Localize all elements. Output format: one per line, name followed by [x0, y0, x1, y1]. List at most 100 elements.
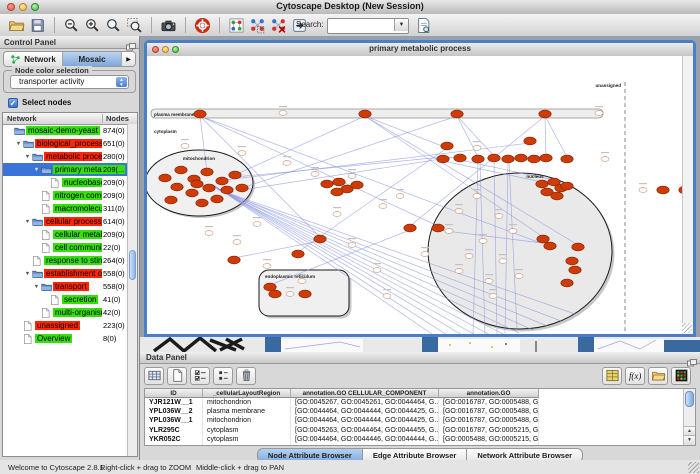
node[interactable]	[238, 151, 246, 156]
list-small-icon[interactable]	[213, 367, 233, 385]
node[interactable]	[479, 239, 487, 244]
tree-row[interactable]: nitrogen compo209(0)	[3, 189, 128, 202]
selected-node[interactable]	[165, 196, 177, 204]
selected-node[interactable]	[333, 178, 345, 186]
node[interactable]	[421, 252, 429, 257]
camera-icon[interactable]	[159, 16, 178, 35]
search-input[interactable]	[330, 19, 392, 31]
expander-icon[interactable]: ▼	[23, 154, 32, 160]
selected-node[interactable]	[292, 250, 304, 258]
tree-row[interactable]: Overview8(0)	[3, 332, 128, 345]
selected-node[interactable]	[561, 279, 573, 287]
selected-node[interactable]	[441, 142, 453, 150]
zoom-in-icon[interactable]	[83, 16, 102, 35]
tree-row[interactable]: ▼metabolic process280(0)	[3, 150, 128, 163]
node[interactable]	[445, 229, 453, 234]
save-icon[interactable]	[28, 16, 47, 35]
selected-node[interactable]	[551, 192, 563, 200]
selected-node[interactable]	[314, 235, 326, 243]
table-row[interactable]: YPL036W__1mitochondrion[GO:0044464, GO:0…	[145, 416, 695, 425]
selected-node[interactable]	[515, 154, 527, 162]
node[interactable]	[455, 269, 463, 274]
expander-icon[interactable]: ▼	[14, 141, 23, 147]
selected-node[interactable]	[159, 174, 171, 182]
table-column-header[interactable]: _cellularLayoutRegion	[203, 389, 291, 398]
canvas-vertical-scrollbar[interactable]	[682, 56, 693, 334]
node[interactable]	[601, 157, 609, 162]
node[interactable]	[373, 268, 381, 273]
window-resize-grip[interactable]	[682, 323, 692, 333]
tree-scrollbar-thumb[interactable]	[129, 250, 136, 280]
scroll-down-arrow-icon[interactable]: ▼	[684, 435, 695, 445]
node[interactable]	[509, 229, 517, 234]
open-folder-icon[interactable]	[7, 16, 26, 35]
node[interactable]	[286, 292, 294, 297]
node[interactable]	[348, 174, 356, 179]
tree-row[interactable]: multi-organism pro42(0)	[3, 306, 128, 319]
network-window-titlebar[interactable]: primary metabolic process	[147, 43, 693, 57]
tab-overflow-arrow-icon[interactable]: ▶	[122, 52, 135, 66]
lifebuoy-icon[interactable]	[193, 16, 212, 35]
selected-node[interactable]	[528, 155, 540, 163]
expander-icon[interactable]: ▼	[32, 284, 41, 290]
node[interactable]	[473, 194, 481, 199]
selected-node[interactable]	[561, 155, 573, 163]
node[interactable]	[233, 240, 241, 245]
selected-node[interactable]	[331, 188, 343, 196]
selected-node[interactable]	[561, 182, 573, 190]
node[interactable]	[279, 111, 287, 116]
new-page-icon[interactable]	[167, 367, 187, 385]
node[interactable]	[473, 146, 481, 151]
selected-node[interactable]	[229, 171, 241, 179]
app-resize-grip[interactable]	[688, 462, 699, 473]
tree-row[interactable]: ▼transport558(0)	[3, 280, 128, 293]
node[interactable]	[639, 188, 647, 193]
selected-node[interactable]	[359, 110, 371, 118]
table-row[interactable]: YLR295Ccytoplasm[GO:0045263, GO:0044464,…	[145, 426, 695, 435]
selected-node[interactable]	[437, 155, 449, 163]
selected-node[interactable]	[502, 155, 514, 163]
save-table-icon[interactable]	[602, 367, 622, 385]
fx-icon[interactable]: f(x)	[625, 367, 645, 385]
tree-row[interactable]: nucleobase-209(0)	[3, 176, 128, 189]
expander-icon[interactable]: ▼	[32, 167, 41, 173]
tree-row[interactable]: cell communicat22(0)	[3, 241, 128, 254]
selected-node[interactable]	[321, 180, 333, 188]
node[interactable]	[311, 172, 319, 177]
node[interactable]	[283, 161, 291, 166]
table-row[interactable]: YPL036W__2plasma membrane[GO:0044464, GO…	[145, 407, 695, 416]
table-row[interactable]: YDR039C__1mitochondrion[GO:0044464, GO:0…	[145, 444, 695, 446]
selected-node[interactable]	[524, 137, 536, 145]
node[interactable]	[499, 259, 507, 264]
selected-node[interactable]	[228, 256, 240, 264]
open-folder-small-icon[interactable]	[648, 367, 668, 385]
float-panel-icon[interactable]	[126, 38, 136, 46]
selected-node[interactable]	[472, 155, 484, 163]
table-column-header[interactable]: ID	[145, 389, 203, 398]
node[interactable]	[383, 294, 391, 299]
node[interactable]	[485, 279, 493, 284]
tab-network[interactable]: Network	[4, 52, 63, 66]
selected-node[interactable]	[186, 189, 198, 197]
node[interactable]	[348, 243, 356, 248]
selected-node[interactable]	[191, 180, 203, 188]
select-nodes-checkbox[interactable]: ✓	[8, 98, 18, 108]
node[interactable]	[515, 274, 523, 279]
node[interactable]	[253, 222, 261, 227]
tree-row[interactable]: secretion41(0)	[3, 293, 128, 306]
tree-row[interactable]: mosaic-demo-yeast874(0)	[3, 124, 128, 137]
tree-row[interactable]: ▼primary metabol209(...	[3, 163, 128, 176]
node[interactable]	[455, 209, 463, 214]
search-dropdown-arrow-icon[interactable]: ▼	[394, 19, 408, 31]
selected-node[interactable]	[201, 168, 213, 176]
expander-icon[interactable]: ▼	[23, 219, 32, 225]
node[interactable]	[396, 194, 404, 199]
table-scrollbar-thumb[interactable]	[685, 391, 694, 407]
zoom-region-icon[interactable]	[125, 16, 144, 35]
selected-node[interactable]	[454, 154, 466, 162]
tree-row[interactable]: unassigned223(0)	[3, 319, 128, 332]
matrix-icon[interactable]	[671, 367, 691, 385]
selected-node[interactable]	[569, 266, 581, 274]
node[interactable]	[465, 254, 473, 259]
network-canvas[interactable]: plasma membranecytoplasmmitochondrionnuc…	[147, 56, 693, 334]
